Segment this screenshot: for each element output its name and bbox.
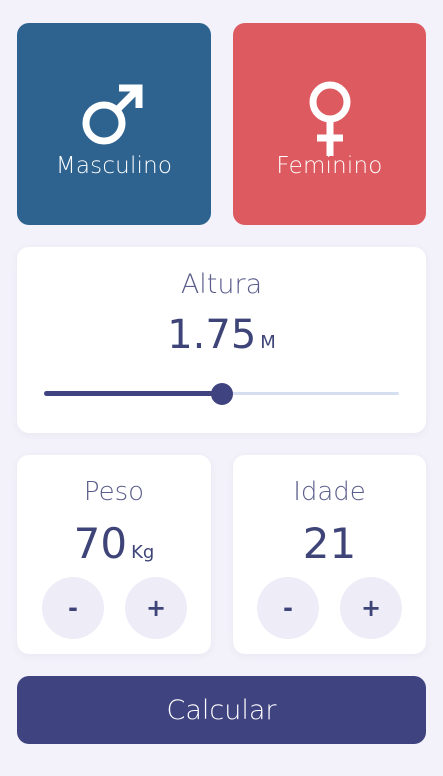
height-value: 1.75 [167,312,257,358]
male-label: Masculino [55,153,173,179]
weight-card: Peso 70 Kg - + [17,455,211,654]
weight-decrement-button[interactable]: - [42,577,104,639]
weight-value: 70 [73,519,128,568]
female-label: Feminino [276,153,383,179]
weight-increment-button[interactable]: + [125,577,187,639]
female-symbol-icon [309,81,350,156]
age-card: Idade 21 - + [233,455,426,654]
height-slider-filled-track[interactable] [44,391,222,396]
height-unit: M [260,332,276,353]
height-slider-track[interactable] [222,392,399,395]
height-slider-thumb[interactable] [211,383,233,405]
height-value-row: 1.75 M [17,312,426,358]
age-value-row: 21 [233,519,426,568]
age-value: 21 [302,519,357,568]
age-increment-button[interactable]: + [340,577,402,639]
male-symbol-icon [82,84,143,145]
age-title: Idade [293,477,366,507]
calculate-button[interactable]: Calcular [17,676,426,744]
age-decrement-button[interactable]: - [257,577,319,639]
weight-title: Peso [83,477,145,507]
male-gender-card[interactable]: Masculino [17,23,211,225]
female-gender-card[interactable]: Feminino [233,23,426,225]
height-title: Altura [180,269,263,300]
height-card: Altura 1.75 M [17,247,426,433]
weight-unit: Kg [131,542,155,563]
weight-value-row: 70 Kg [17,519,211,568]
